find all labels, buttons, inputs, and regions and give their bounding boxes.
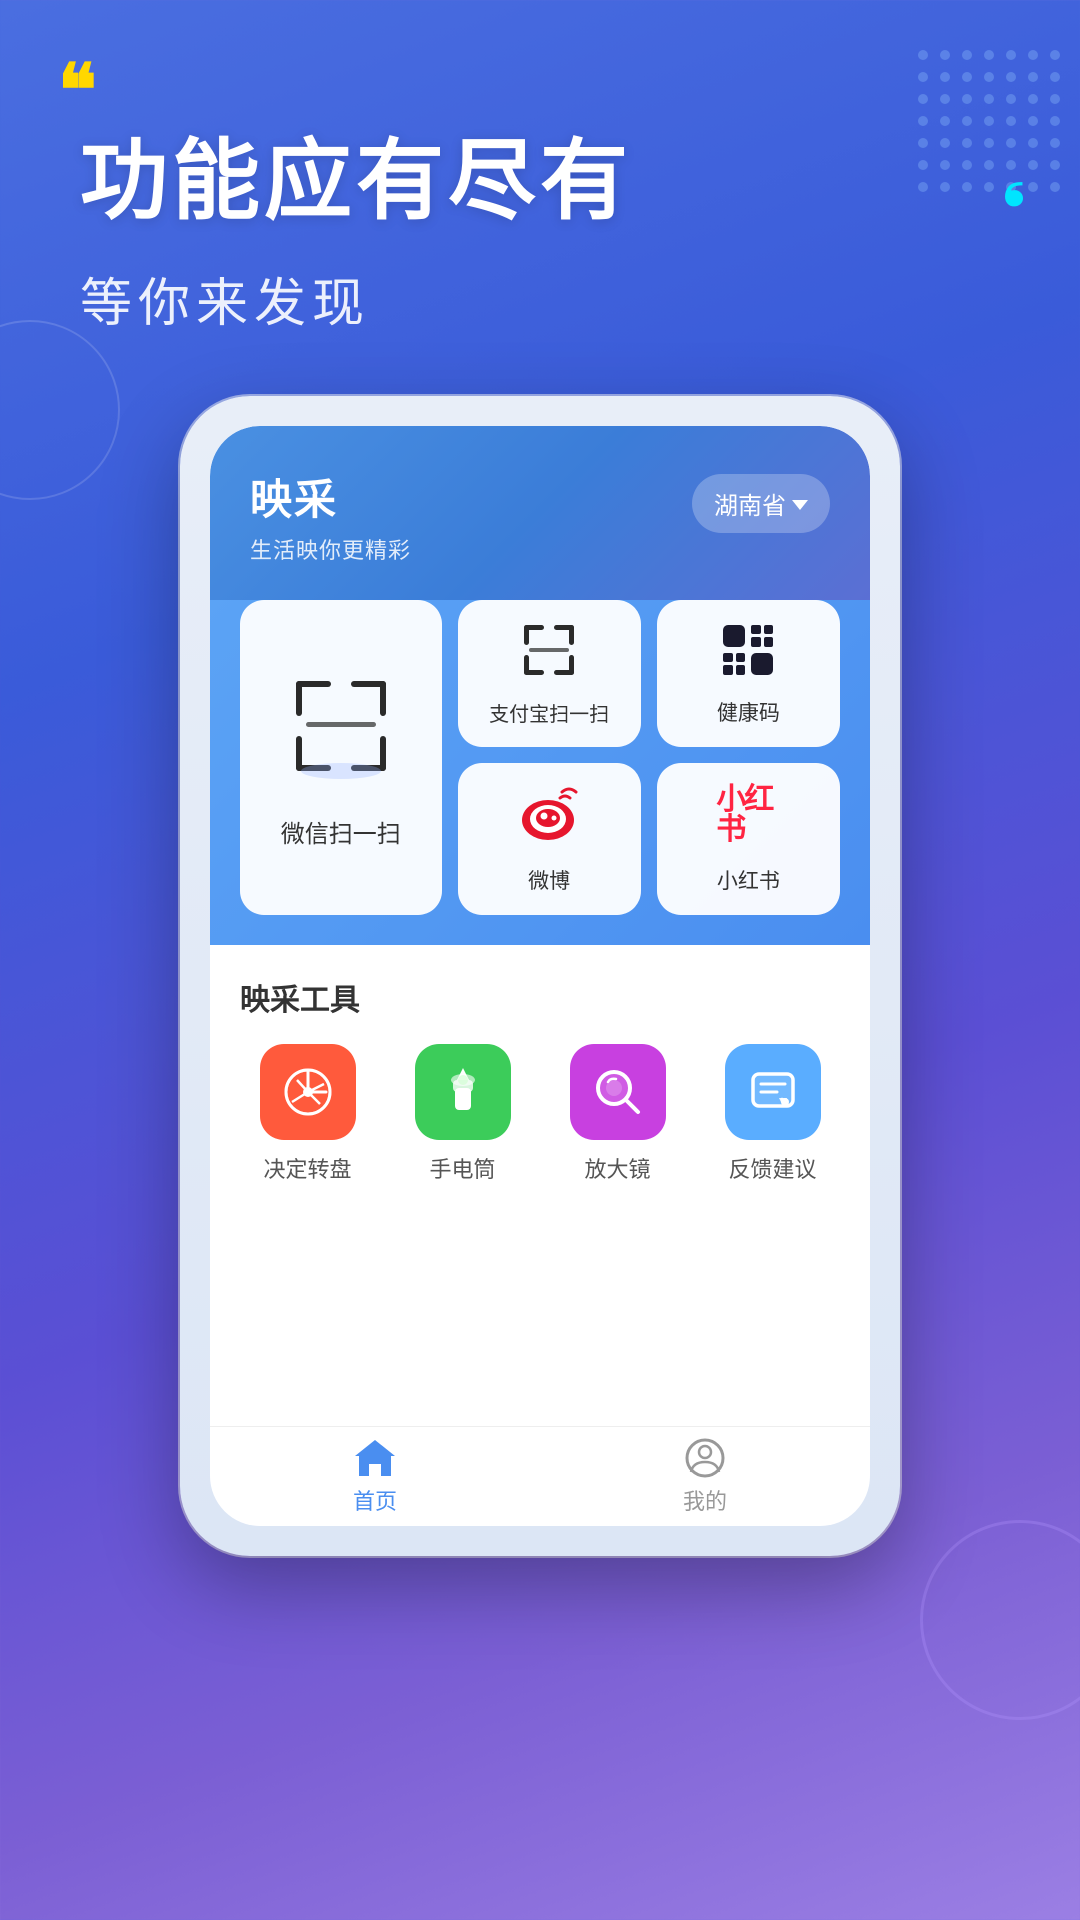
alipay-scan-svg [519,620,579,680]
bottom-navigation: 首页 我的 [210,1426,870,1526]
tool-magnifier[interactable]: 放大镜 [550,1044,685,1184]
main-title: 功能应有尽有 [80,130,1020,231]
spinner-icon [260,1044,356,1140]
tools-grid: 决定转盘 手电筒 [240,1044,840,1184]
header-section: ❝ ❟ 功能应有尽有 等你来发现 [0,0,1080,376]
feedback-label: 反馈建议 [728,1152,816,1184]
chevron-down-icon [792,500,808,510]
flashlight-label: 手电筒 [429,1152,495,1184]
xiaohongshu-card[interactable]: 小红书 小红书 [657,763,840,915]
app-logo: 映采 [250,466,411,527]
tools-title: 映采工具 [240,975,840,1019]
alipay-scan-icon [519,620,579,680]
app-logo-area: 映采 生活映你更精彩 [250,466,411,565]
wechat-scan-icon [281,666,401,786]
home-nav-icon [353,1438,397,1478]
health-code-card[interactable]: 健康码 [657,600,840,747]
magnifier-svg [592,1066,644,1118]
xiaohongshu-label: 小红书 [717,865,780,895]
nav-mine[interactable]: 我的 [540,1427,870,1526]
location-text: 湖南省 [714,486,786,521]
scan-section: 微信扫一扫 [210,600,870,945]
scan-grid: 微信扫一扫 [240,600,840,915]
wechat-scan-svg [286,671,396,781]
health-code-icon [719,621,777,679]
flashlight-icon [415,1044,511,1140]
spinner-svg [282,1066,334,1118]
tools-section: 映采工具 [210,945,870,1204]
location-badge[interactable]: 湖南省 [692,474,830,533]
magnifier-icon [570,1044,666,1140]
feedback-icon [725,1044,821,1140]
flashlight-svg [439,1066,487,1118]
tool-spinner[interactable]: 决定转盘 [240,1044,375,1184]
phone-mockup: 映采 生活映你更精彩 湖南省 [180,396,900,1556]
weibo-icon [517,783,581,847]
xiaohongshu-icon: 小红书 [716,783,780,847]
cyan-comma-decoration: ❟ [985,200,1025,240]
yellow-quote-decoration: ❝ [58,55,108,105]
feedback-svg [747,1066,799,1118]
nav-mine-label: 我的 [683,1484,727,1516]
nav-home[interactable]: 首页 [210,1427,540,1526]
weibo-card[interactable]: 微博 [458,763,641,915]
nav-home-label: 首页 [353,1484,397,1516]
bg-circle-decoration-2 [920,1520,1080,1720]
alipay-scan-card[interactable]: 支付宝扫一扫 [458,600,641,747]
mine-nav-icon [685,1438,725,1478]
wechat-scan-label: 微信扫一扫 [281,814,401,849]
weibo-svg [518,786,580,844]
white-content-area [210,1204,870,1464]
phone-inner: 映采 生活映你更精彩 湖南省 [210,426,870,1526]
app-header: 映采 生活映你更精彩 湖南省 [210,426,870,600]
magnifier-label: 放大镜 [584,1152,650,1184]
weibo-label: 微博 [528,865,570,895]
app-slogan: 生活映你更精彩 [250,533,411,565]
sub-title: 等你来发现 [80,261,1020,336]
health-code-label: 健康码 [717,697,780,727]
phone-frame: 映采 生活映你更精彩 湖南省 [180,396,900,1556]
wechat-scan-card[interactable]: 微信扫一扫 [240,600,442,915]
tool-flashlight[interactable]: 手电筒 [395,1044,530,1184]
alipay-scan-label: 支付宝扫一扫 [489,698,609,727]
tool-feedback[interactable]: 反馈建议 [705,1044,840,1184]
spinner-label: 决定转盘 [263,1152,351,1184]
